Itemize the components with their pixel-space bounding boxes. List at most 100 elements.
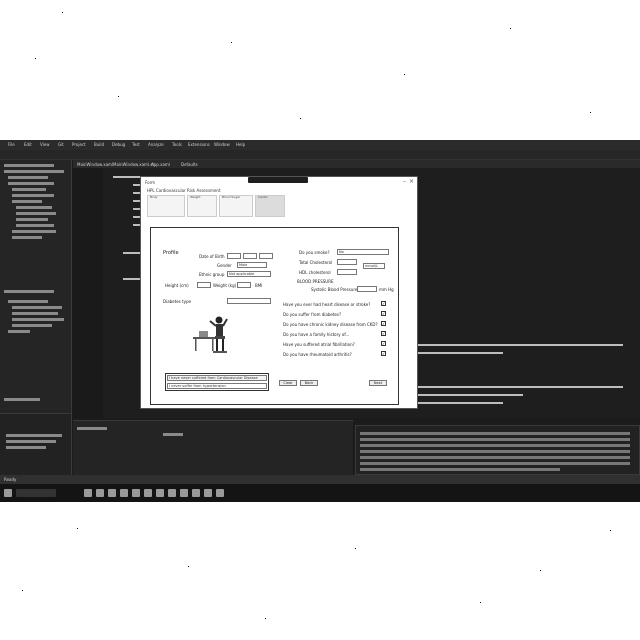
taskbar-app-icon[interactable] [132,489,140,497]
taskbar-app-icon[interactable] [204,489,212,497]
diabetes-checkbox[interactable]: ✓ [381,311,386,316]
total-cholesterol-label: Total Cholesterol [299,260,333,265]
ide-status-bar: Ready [0,475,640,484]
thumbnail-weight: Weight [187,195,217,217]
menu-item[interactable]: View [40,142,50,147]
taskbar-app-icon[interactable] [168,489,176,497]
ide-menubar: File Edit View Git Project Build Debug T… [0,140,640,150]
smoker-label: Do you smoke? [299,250,330,255]
weight-label: Weight (kg) [213,283,237,288]
solution-explorer[interactable] [0,160,72,413]
question-diabetes: Do you suffer from diabetes? [283,312,342,317]
hypertension-select[interactable]: I never suffer from hypertension [167,383,267,389]
form-heading: HPL Cardiovascular Risk Assessment [147,188,221,193]
diabetes-label: Diabetes type [163,299,191,304]
taskbar-app-icon[interactable] [216,489,224,497]
dob-month-field[interactable] [243,253,257,259]
menu-item[interactable]: File [8,142,15,147]
taskbar-app-icon[interactable] [192,489,200,497]
atrial-fibrillation-checkbox[interactable]: ✓ [381,341,386,346]
menu-item[interactable]: Help [236,142,245,147]
hdl-field[interactable] [337,269,357,275]
tab-defaults[interactable]: Defaults [181,162,198,167]
ethnic-label: Ethnic group [199,272,225,277]
taskbar-app-icon[interactable] [96,489,104,497]
menu-item[interactable]: Analyze [148,142,164,147]
height-label: Height (cm) [165,283,189,288]
hdl-label: HDL cholesterol [299,270,331,275]
menu-item[interactable]: Git [58,142,64,147]
question-heart-disease: Have you ever had heart disease or strok… [283,302,371,307]
systolic-field[interactable] [357,286,377,292]
smoker-select[interactable]: No [337,249,389,255]
question-atrial-fibrillation: Have you suffered atrial fibrillation? [283,342,355,347]
back-button[interactable]: Back [300,380,318,386]
blood-pressure-label: BLOOD PRESSURE [297,279,334,284]
arthritis-checkbox[interactable]: ✓ [381,351,386,356]
person-at-desk-illustration [193,316,228,353]
diabetes-select[interactable] [227,298,271,304]
menu-item[interactable]: Build [94,142,104,147]
taskbar-app-icon[interactable] [120,489,128,497]
menu-item[interactable]: Window [214,142,230,147]
profile-label: Profile [163,250,179,256]
taskbar-app-icon[interactable] [84,489,92,497]
line-gutter [73,168,103,418]
taskbar-app-icon[interactable] [144,489,152,497]
tab-app-xaml[interactable]: App.xaml [151,162,170,167]
risk-form-dialog[interactable]: Form – × HPL Cardiovascular Risk Assessm… [140,176,418,409]
next-button[interactable]: Next [369,380,387,386]
debug-toolbar[interactable] [248,177,308,183]
gender-select[interactable]: Male [237,262,267,268]
desktop-screenshot: File Edit View Git Project Build Debug T… [0,140,640,502]
menu-item[interactable]: Project [72,142,86,147]
taskbar-app-icon[interactable] [180,489,188,497]
menu-item[interactable]: Test [132,142,140,147]
menu-item[interactable]: Debug [112,142,125,147]
total-cholesterol-field[interactable] [337,259,357,265]
bp-unit-label: mm Hg [379,287,394,292]
clear-button[interactable]: Clear [279,380,297,386]
thumbnail-blood-sugar: Blood Sugar [219,195,253,217]
search-icon[interactable] [16,489,56,497]
tab-mainwindow-cs[interactable]: MainWindow.xaml.cs [113,162,155,167]
ide-toolbar [0,150,640,160]
menu-item[interactable]: Tools [172,142,182,147]
history-combo-group: I have never suffered from Cardiovascula… [165,373,269,391]
taskbar-app-icon[interactable] [156,489,164,497]
menu-item[interactable]: Edit [24,142,32,147]
family-history-checkbox[interactable]: ✓ [381,331,386,336]
taskbar-app-icon[interactable] [108,489,116,497]
error-list-panel[interactable] [355,425,640,475]
windows-taskbar [0,484,640,502]
ethnic-select[interactable]: Not applicable [227,271,271,277]
minimize-icon[interactable]: – [403,178,406,185]
question-arthritis: Do you have rheumatoid arthritis? [283,352,352,357]
dob-label: Date of Birth [199,254,225,259]
thumbnail-body: Body [147,195,185,217]
cvd-history-select[interactable]: I have never suffered from Cardiovascula… [167,375,267,381]
dialog-title: Form [145,180,156,185]
output-panel[interactable] [73,420,353,475]
cholesterol-unit-select[interactable]: mmol/L [363,263,385,269]
bmi-label: BMI [255,283,263,288]
dob-year-field[interactable] [259,253,273,259]
height-field[interactable] [197,282,211,288]
status-text: Ready [4,477,17,482]
document-tabs: MainWindow.xaml MainWindow.xaml.cs App.x… [73,160,640,168]
gender-label: Gender [217,263,232,268]
dob-day-field[interactable] [227,253,241,259]
menu-item[interactable]: Extensions [188,142,210,147]
form-panel: Profile Date of Birth Gender Male Ethnic… [150,227,399,405]
start-icon[interactable] [4,489,12,497]
tab-mainwindow-xaml[interactable]: MainWindow.xaml [77,162,113,167]
close-icon[interactable]: × [409,178,414,185]
kidney-checkbox[interactable]: ✓ [381,321,386,326]
question-family-history: Do you have a family history of... [283,332,350,337]
heart-disease-checkbox[interactable]: ✓ [381,301,386,306]
systolic-label: Systolic Blood Pressure [311,287,358,292]
properties-panel[interactable] [0,413,72,475]
thumbnail-cardio: Cardio [255,195,285,217]
question-kidney: Do you have chronic kidney disease from … [283,322,378,327]
weight-field[interactable] [237,282,251,288]
